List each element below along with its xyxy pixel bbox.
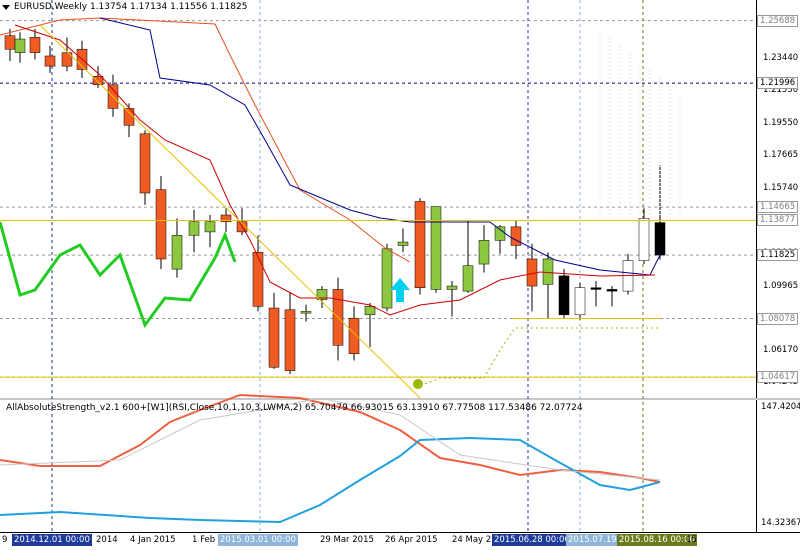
chart-canvas	[0, 0, 756, 532]
candle-body	[29, 37, 41, 53]
price-tick: 1.17665	[763, 150, 799, 161]
dropdown-triangle-icon[interactable]	[2, 5, 10, 10]
time-label: 4 Jan 2015	[130, 535, 176, 545]
candle-body	[44, 55, 56, 67]
time-label: 9	[2, 535, 8, 545]
time-label: 1 Feb	[192, 535, 216, 545]
indicator-max-label: 147.4204	[761, 402, 800, 412]
time-label: 2015.03.01 00:00	[218, 534, 298, 546]
indicator-blue-line	[0, 436, 661, 524]
up-arrow-icon	[390, 278, 410, 302]
candle-body	[268, 307, 280, 368]
candle-body	[348, 317, 360, 354]
candle-body	[397, 241, 409, 246]
time-label: 15	[686, 535, 697, 545]
price-tick: 1.23440	[763, 52, 799, 63]
candle-body	[204, 221, 216, 233]
time-label: 26 Apr 2015	[385, 535, 438, 545]
circle-marker-icon	[413, 379, 423, 389]
blue-line	[99, 17, 661, 276]
candle-body	[430, 206, 442, 290]
time-label: 2015.08.16 00:00	[617, 534, 697, 546]
candle-body	[558, 275, 570, 316]
candle-body	[4, 35, 16, 50]
price-tick: 1.19550	[763, 118, 799, 129]
price-tick: 1.06170	[763, 344, 799, 355]
price-level-label: 1.14665	[757, 201, 799, 214]
candle-body	[139, 133, 151, 194]
candle-body	[510, 226, 522, 246]
green-dotted-line	[424, 327, 660, 385]
price-level-label: 1.11825	[757, 249, 799, 262]
candle-body	[155, 189, 167, 260]
candle-body	[14, 38, 26, 53]
candle-body	[252, 251, 264, 307]
time-label: 2014.12.01 00:00	[12, 534, 92, 546]
candle-body	[542, 258, 554, 285]
candle-body	[188, 221, 200, 236]
candle-body	[446, 285, 458, 290]
candle-body	[654, 222, 666, 256]
price-tick: 1.09965	[763, 280, 799, 291]
time-label: 24 May 2	[452, 535, 492, 545]
candle-body	[638, 218, 650, 261]
candle-body	[574, 287, 586, 316]
price-level-label: 1.08078	[757, 312, 799, 325]
candle-body	[462, 265, 474, 292]
candle-body	[284, 309, 296, 371]
candle-body	[364, 306, 376, 316]
indicator-min-label: 14.32367	[761, 518, 800, 528]
chart-title: EURUSD,Weekly 1.13754 1.17134 1.11556 1.…	[14, 2, 248, 12]
candle-body	[414, 201, 426, 288]
time-label: 29 Mar 2015	[320, 535, 374, 545]
price-level-label: 1.04617	[757, 371, 799, 384]
yellow-trend-line	[39, 24, 421, 399]
candle-body	[92, 76, 104, 85]
candle-body	[606, 289, 618, 292]
price-level-label: 1.13877	[757, 214, 799, 227]
trading-chart-window: EURUSD,Weekly 1.13754 1.17134 1.11556 1.…	[0, 0, 800, 551]
price-level-label: 1.25688	[757, 14, 799, 27]
candle-body	[590, 287, 602, 290]
price-tick: 1.15740	[763, 182, 799, 193]
red-line	[14, 24, 656, 316]
time-label: 2015.06.28 00:00	[492, 534, 572, 546]
time-label: 2014	[96, 535, 118, 545]
candle-body	[478, 240, 490, 265]
candle-body	[494, 226, 506, 241]
candle-body	[381, 248, 393, 309]
price-axis[interactable]: 1.253851.234401.215501.195501.176651.157…	[756, 0, 800, 398]
candle-body	[171, 235, 183, 270]
price-level-label: 1.21996	[757, 77, 799, 90]
indicator-title: AllAbsoluteStrength_v2.1 600+[W1](RSI,Cl…	[6, 403, 583, 413]
indicator-axis[interactable]: 147.4204 14.32367	[756, 400, 800, 532]
green-strength-line	[0, 221, 237, 329]
candle-body	[300, 311, 312, 314]
